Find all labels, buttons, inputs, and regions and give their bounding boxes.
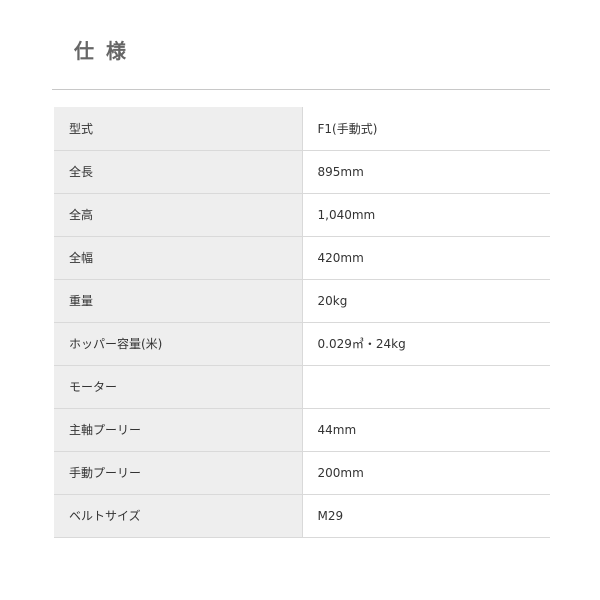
title-divider bbox=[52, 89, 550, 90]
spec-value bbox=[302, 365, 550, 409]
spec-label: 全高 bbox=[54, 193, 303, 237]
table-row: ホッパー容量(米) 0.029㎥・24kg bbox=[54, 322, 550, 366]
spec-label: ホッパー容量(米) bbox=[54, 322, 303, 366]
spec-value: 895mm bbox=[302, 150, 550, 194]
table-row: 主軸プーリー 44mm bbox=[54, 408, 550, 452]
spec-value: M29 bbox=[302, 494, 550, 538]
spec-label: 型式 bbox=[54, 107, 303, 151]
table-row: 全長 895mm bbox=[54, 150, 550, 194]
spec-value: 200mm bbox=[302, 451, 550, 495]
spec-value: 44mm bbox=[302, 408, 550, 452]
table-row: 全幅 420mm bbox=[54, 236, 550, 280]
spec-label: ベルトサイズ bbox=[54, 494, 303, 538]
spec-label: 重量 bbox=[54, 279, 303, 323]
spec-label: 主軸プーリー bbox=[54, 408, 303, 452]
spec-value: 1,040mm bbox=[302, 193, 550, 237]
table-row: ベルトサイズ M29 bbox=[54, 494, 550, 538]
spec-page: 仕様 型式 F1(手動式) 全長 895mm 全高 1,040mm 全幅 420… bbox=[0, 0, 600, 600]
spec-value: 0.029㎥・24kg bbox=[302, 322, 550, 366]
table-row: 手動プーリー 200mm bbox=[54, 451, 550, 495]
spec-value: 420mm bbox=[302, 236, 550, 280]
table-row: モーター bbox=[54, 365, 550, 409]
page-title: 仕様 bbox=[74, 39, 138, 63]
spec-label: モーター bbox=[54, 365, 303, 409]
spec-value: 20kg bbox=[302, 279, 550, 323]
spec-label: 全長 bbox=[54, 150, 303, 194]
spec-label: 手動プーリー bbox=[54, 451, 303, 495]
table-row: 型式 F1(手動式) bbox=[54, 107, 550, 151]
table-row: 重量 20kg bbox=[54, 279, 550, 323]
spec-table: 型式 F1(手動式) 全長 895mm 全高 1,040mm 全幅 420mm … bbox=[54, 107, 550, 538]
spec-value: F1(手動式) bbox=[302, 107, 550, 151]
table-row: 全高 1,040mm bbox=[54, 193, 550, 237]
spec-label: 全幅 bbox=[54, 236, 303, 280]
